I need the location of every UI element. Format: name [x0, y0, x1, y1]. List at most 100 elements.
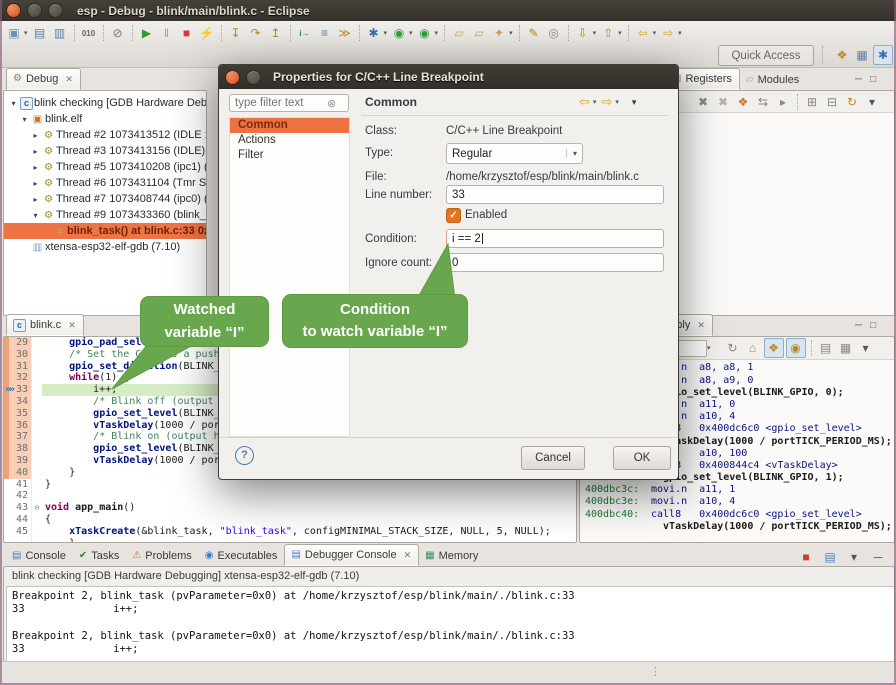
dialog-nav-filter[interactable]: Filter — [230, 148, 349, 163]
disassembly-minmax[interactable]: ─□ — [855, 320, 876, 331]
suspend-icon[interactable]: ‖ — [158, 24, 176, 42]
view-menu-icon[interactable]: ▾ — [857, 339, 875, 357]
last-edit-location-icon[interactable]: ⇩ — [574, 24, 592, 42]
open-element-icon[interactable]: ▱ — [450, 24, 468, 42]
tab-executables[interactable]: ◉Executables — [199, 546, 285, 566]
editor-gutter[interactable]: 30 — [4, 349, 31, 361]
tab-debugger-console[interactable]: ▤Debugger Console✕ — [284, 544, 419, 566]
tree-item[interactable]: ▸⚙Thread #7 1073408744 (ipc0) (Susp — [4, 191, 206, 207]
minimize-icon[interactable]: ─ — [855, 320, 862, 331]
statusbar-drag-handle[interactable]: ⋮ — [650, 665, 661, 678]
tree-expander-icon[interactable]: ▾ — [30, 211, 41, 220]
select-pointer-icon[interactable]: ▸ — [774, 93, 792, 111]
quick-access-button[interactable]: Quick Access — [718, 45, 814, 66]
terminate-icon[interactable]: ■ — [178, 24, 196, 42]
help-icon[interactable]: ? — [235, 446, 254, 465]
binary-counter-icon[interactable]: 010 — [80, 24, 98, 42]
resume-icon[interactable]: ▶ — [138, 24, 156, 42]
switch-context-icon[interactable]: ⇆ — [754, 93, 772, 111]
window-close-button[interactable] — [6, 3, 21, 18]
layout-vertical-icon[interactable]: ▤ — [817, 339, 835, 357]
new-wizard-icon[interactable]: ▣ — [5, 24, 23, 42]
disconnect-icon[interactable]: ⚡ — [198, 24, 216, 42]
minimize-icon[interactable]: ─ — [855, 74, 862, 85]
tab-blink-c[interactable]: c blink.c ✕ — [6, 314, 84, 336]
tree-item[interactable]: ▸⚙Thread #2 1073413512 (IDLE : Runn — [4, 127, 206, 143]
editor-gutter[interactable]: 42 — [4, 490, 31, 502]
chevron-down-icon[interactable]: ▾ — [707, 344, 711, 352]
dropdown-arrow-icon[interactable]: ▾ — [384, 29, 388, 37]
close-icon[interactable]: ✕ — [404, 550, 412, 561]
dropdown-arrow-icon[interactable]: ▾ — [24, 29, 28, 37]
close-icon[interactable]: ✕ — [68, 320, 76, 331]
console-menu-icon[interactable]: ▾ — [845, 548, 863, 566]
debug-perspective-icon[interactable]: ✱ — [873, 45, 893, 65]
editor-gutter[interactable]: 43 — [4, 502, 31, 514]
editor-gutter[interactable]: 41 — [4, 479, 31, 491]
view-menu-icon[interactable]: ▾ — [863, 93, 881, 111]
ignore-count-input[interactable]: 0 — [446, 253, 664, 272]
use-step-filters-icon[interactable]: ≫ — [336, 24, 354, 42]
editor-gutter[interactable]: 37 — [4, 431, 31, 443]
line-number-input[interactable]: 33 — [446, 185, 664, 204]
close-icon[interactable]: ✕ — [65, 74, 73, 85]
layout-grid-icon[interactable]: ▦ — [837, 339, 855, 357]
tree-expander-icon[interactable]: ▸ — [30, 147, 41, 156]
dialog-restore-button[interactable] — [246, 70, 261, 85]
tree-item[interactable]: ▸⚙Thread #6 1073431104 (Tmr Svc) (Su — [4, 175, 206, 191]
editor-gutter[interactable]: 32 — [4, 372, 31, 384]
tree-item[interactable]: ▸⚙Thread #5 1073410208 (ipc1) (Susp — [4, 159, 206, 175]
tab-memory[interactable]: ▦Memory — [419, 546, 485, 566]
dialog-nav-common[interactable]: Common — [230, 118, 349, 133]
fold-marker-icon[interactable]: ⊖ — [31, 502, 42, 514]
save-icon[interactable]: ▤ — [31, 24, 49, 42]
refresh-icon[interactable]: ↻ — [724, 339, 742, 357]
chevron-down-icon[interactable]: ▾ — [593, 98, 597, 106]
remove-all-icon[interactable]: ✖ — [714, 93, 732, 111]
enabled-checkbox[interactable]: ✓ — [446, 208, 461, 223]
restore-groups-icon[interactable]: ↻ — [843, 93, 861, 111]
breakpoint-types-icon[interactable]: ≡ — [316, 24, 334, 42]
tree-expander-icon[interactable]: ▾ — [19, 115, 30, 124]
editor-gutter[interactable]: 34 — [4, 396, 31, 408]
tree-item[interactable]: ▾cblink checking [GDB Hardware Debugging… — [4, 95, 206, 111]
minimize-icon[interactable]: ─ — [869, 548, 887, 566]
editor-gutter[interactable]: 44 — [4, 514, 31, 526]
editor-gutter[interactable]: 45 — [4, 526, 31, 538]
ok-button[interactable]: OK — [613, 446, 671, 470]
dialog-close-button[interactable] — [225, 70, 240, 85]
back-icon[interactable]: ⇦ — [634, 24, 652, 42]
mark-occurrences-icon[interactable]: ✎ — [525, 24, 543, 42]
view-menu-icon[interactable]: ▾ — [632, 97, 637, 108]
dropdown-arrow-icon[interactable]: ▾ — [653, 29, 657, 37]
debug-icon[interactable]: ✱ — [365, 24, 383, 42]
search-icon[interactable]: ✦ — [490, 24, 508, 42]
track-expression-icon[interactable]: ◉ — [786, 338, 806, 358]
forward-icon[interactable]: ⇨ — [659, 24, 677, 42]
dropdown-arrow-icon[interactable]: ▾ — [593, 29, 597, 37]
forward-icon[interactable]: ⇨ — [601, 94, 612, 110]
editor-gutter[interactable]: 31 — [4, 361, 31, 373]
dropdown-arrow-icon[interactable]: ▾ — [409, 29, 413, 37]
condition-input[interactable]: i == 2 — [446, 229, 664, 248]
step-over-icon[interactable]: ↷ — [247, 24, 265, 42]
tree-item[interactable]: ▾▣blink.elf — [4, 111, 206, 127]
breakpoint-icon[interactable]: »» — [5, 384, 13, 396]
dropdown-arrow-icon[interactable]: ▾ — [678, 29, 682, 37]
type-select[interactable]: Regular ▾ — [446, 143, 583, 164]
tree-item[interactable]: ▾⚙Thread #9 1073433360 (blink_task : — [4, 207, 206, 223]
back-icon[interactable]: ⇦ — [579, 94, 590, 110]
annotations-icon[interactable]: ◎ — [545, 24, 563, 42]
tab-modules[interactable]: ▱ Modules — [740, 70, 806, 90]
console-output[interactable]: Breakpoint 2, blink_task (pvParameter=0x… — [6, 586, 895, 662]
tree-expander-icon[interactable]: ▸ — [30, 131, 41, 140]
terminate-icon[interactable]: ■ — [797, 548, 815, 566]
editor-gutter[interactable] — [4, 538, 31, 543]
home-icon[interactable]: ⌂ — [744, 339, 762, 357]
maximize-icon[interactable]: □ — [870, 320, 876, 331]
tree-expander-icon[interactable]: ▸ — [30, 195, 41, 204]
resource-perspective-icon[interactable]: ▦ — [853, 46, 871, 64]
next-annotation-icon[interactable]: ⇧ — [599, 24, 617, 42]
maximize-icon[interactable]: □ — [870, 74, 876, 85]
display-selected-console-icon[interactable]: ▤ — [821, 548, 839, 566]
